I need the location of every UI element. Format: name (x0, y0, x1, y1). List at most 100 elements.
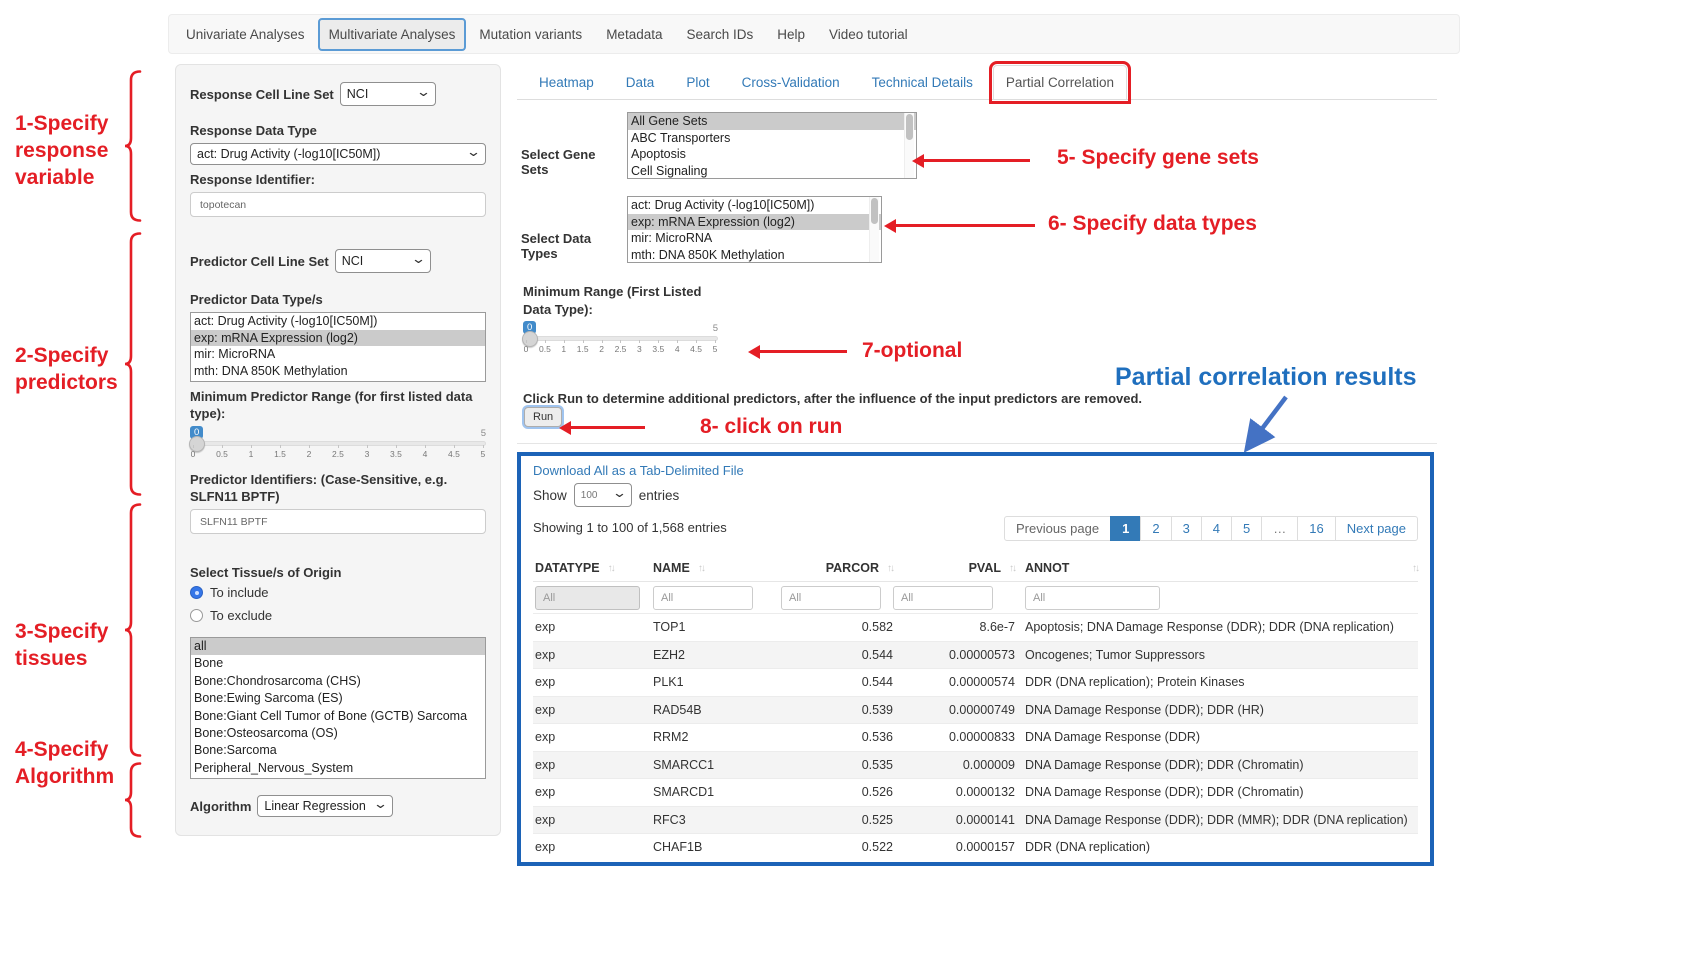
previous-page-button[interactable]: Previous page (1004, 516, 1111, 541)
page-number-button[interactable]: … (1261, 516, 1298, 541)
cell-parcor: 0.536 (781, 730, 893, 744)
nav-item[interactable]: Video tutorial (818, 18, 919, 51)
scrollbar[interactable] (904, 113, 914, 178)
nav-item[interactable]: Univariate Analyses (175, 18, 316, 51)
listbox-option[interactable]: Peripheral_Nervous_System (191, 760, 485, 777)
tissue-radio-option[interactable]: To exclude (190, 608, 486, 623)
listbox-option[interactable]: Cell Signaling (628, 163, 916, 180)
listbox-option[interactable]: Bone:Giant Cell Tumor of Bone (GCTB) Sar… (191, 708, 485, 725)
column-header[interactable]: DATATYPE (535, 561, 600, 575)
response-data-type-select[interactable]: act: Drug Activity (-log10[IC50M]) ⌄ (190, 143, 486, 165)
predictor-identifiers-label: Predictor Identifiers: (Case-Sensitive, … (190, 471, 486, 505)
tab[interactable]: Cross-Validation (730, 66, 852, 99)
tissue-radio-option[interactable]: To include (190, 585, 486, 600)
listbox-option[interactable]: act: Drug Activity (-log10[IC50M]) (628, 197, 881, 214)
filter-input-parcor[interactable] (781, 586, 881, 610)
nav-item[interactable]: Help (766, 18, 816, 51)
predictor-identifiers-input[interactable] (190, 509, 486, 534)
tab[interactable]: Plot (674, 66, 721, 99)
filter-input-pval[interactable] (893, 586, 993, 610)
listbox-option[interactable]: act: Drug Activity (-log10[IC50M]) (191, 313, 485, 330)
algorithm-select[interactable]: Linear Regression ⌄ (257, 795, 393, 817)
page-number-button[interactable]: 5 (1231, 516, 1262, 541)
table-row[interactable]: exp SMARCD1 0.526 0.0000132 DNA Damage R… (533, 778, 1418, 806)
download-link[interactable]: Download All as a Tab-Delimited File (533, 463, 744, 478)
sort-icon[interactable]: ↑↓ (608, 563, 614, 574)
radio-icon[interactable] (190, 586, 203, 599)
scrollbar[interactable] (869, 197, 879, 262)
page-size-select[interactable]: 100 ⌄ (574, 483, 632, 507)
table-row[interactable]: exp SMARCC1 0.535 0.000009 DNA Damage Re… (533, 751, 1418, 779)
tab[interactable]: Heatmap (527, 66, 606, 99)
response-identifier-input[interactable] (190, 192, 486, 217)
listbox-option[interactable]: Bone:Osteosarcoma (OS) (191, 725, 485, 742)
filter-input-name[interactable] (653, 586, 753, 610)
response-cell-line-set-select[interactable]: NCI ⌄ (340, 82, 436, 106)
listbox-option[interactable]: mth: DNA 850K Methylation (191, 363, 485, 380)
page-number-button[interactable]: 3 (1171, 516, 1202, 541)
table-row[interactable]: exp TOP1 0.582 8.6e-7 Apoptosis; DNA Dam… (533, 613, 1418, 641)
listbox-option[interactable]: Bone:Chondrosarcoma (CHS) (191, 673, 485, 690)
table-row[interactable]: exp RRM2 0.536 0.00000833 DNA Damage Res… (533, 723, 1418, 751)
next-page-button[interactable]: Next page (1335, 516, 1418, 541)
listbox-option[interactable]: Apoptosis (628, 146, 916, 163)
table-row[interactable]: exp RFC3 0.525 0.0000141 DNA Damage Resp… (533, 806, 1418, 834)
listbox-option[interactable]: mir: MicroRNA (191, 346, 485, 363)
predictor-cell-line-set-select[interactable]: NCI ⌄ (335, 249, 431, 273)
listbox-option[interactable]: Bone:Ewing Sarcoma (ES) (191, 690, 485, 707)
listbox-option[interactable]: all (191, 638, 485, 655)
response-identifier-label: Response Identifier: (190, 171, 486, 188)
column-header[interactable]: ANNOT (1025, 561, 1069, 575)
main-tabs: Heatmap Data Plot Cross-Validation Techn… (517, 62, 1437, 100)
slider-tick-label: 1 (248, 449, 254, 459)
annotation-step3: 3-Specify tissues (15, 618, 108, 672)
sort-icon[interactable]: ↑↓ (698, 563, 704, 574)
chevron-down-icon: ⌄ (411, 254, 426, 264)
annotation-step8: 8- click on run (700, 413, 842, 440)
page-number-button[interactable]: 1 (1110, 516, 1141, 541)
sort-icon[interactable]: ↑↓ (1412, 563, 1418, 574)
column-header[interactable]: PVAL (969, 561, 1001, 575)
nav-item[interactable]: Search IDs (675, 18, 764, 51)
listbox-option[interactable]: All Gene Sets (628, 113, 916, 130)
page-number-button[interactable]: 2 (1140, 516, 1171, 541)
column-header[interactable]: NAME (653, 561, 690, 575)
listbox-option[interactable]: exp: mRNA Expression (log2) (628, 214, 881, 231)
tab[interactable]: Technical Details (860, 66, 985, 99)
column-header[interactable]: PARCOR (826, 561, 879, 575)
radio-icon[interactable] (190, 609, 203, 622)
table-row[interactable]: exp PLK1 0.544 0.00000574 DDR (DNA repli… (533, 668, 1418, 696)
listbox-option[interactable]: Bone:Sarcoma (191, 742, 485, 759)
nav-item[interactable]: Multivariate Analyses (318, 18, 467, 51)
slider-tick-label: 2.5 (615, 344, 627, 354)
response-data-type-label: Response Data Type (190, 122, 486, 139)
cell-annot: DNA Damage Response (DDR); DDR (Chromati… (1015, 758, 1418, 772)
listbox-option[interactable]: Bone (191, 655, 485, 672)
listbox-option[interactable]: mth: DNA 850K Methylation (628, 247, 881, 264)
table-row[interactable]: exp EZH2 0.544 0.00000573 Oncogenes; Tum… (533, 641, 1418, 669)
listbox-option[interactable]: exp: mRNA Expression (log2) (191, 330, 485, 347)
filter-input-annot[interactable] (1025, 586, 1160, 610)
table-row[interactable]: exp RAD54B 0.539 0.00000749 DNA Damage R… (533, 696, 1418, 724)
tab[interactable]: Partial Correlation (993, 65, 1127, 100)
nav-item[interactable]: Metadata (595, 18, 673, 51)
cell-parcor: 0.582 (781, 620, 893, 634)
page-number-button[interactable]: 16 (1297, 516, 1335, 541)
data-types-label: Select Data Types (521, 231, 623, 263)
listbox-option[interactable]: mir: MicroRNA (628, 230, 881, 247)
scrollbar-thumb[interactable] (906, 114, 913, 140)
filter-input-datatype[interactable] (535, 586, 640, 610)
tab[interactable]: Data (614, 66, 667, 99)
cell-annot: Oncogenes; Tumor Suppressors (1015, 648, 1418, 662)
page-number-button[interactable]: 4 (1201, 516, 1232, 541)
slider-tick-label: 4 (422, 449, 428, 459)
run-button[interactable]: Run (524, 407, 562, 427)
scrollbar-thumb[interactable] (871, 198, 878, 224)
listbox-option[interactable]: ABC Transporters (628, 130, 916, 147)
nav-item[interactable]: Mutation variants (468, 18, 593, 51)
page-size-value: 100 (581, 490, 598, 501)
table-row[interactable]: exp CHAF1B 0.522 0.0000157 DDR (DNA repl… (533, 833, 1418, 861)
slider-max-label: 5 (481, 428, 486, 439)
cell-pval: 0.00000573 (893, 648, 1015, 662)
slider-tick-label: 3.5 (390, 449, 402, 459)
